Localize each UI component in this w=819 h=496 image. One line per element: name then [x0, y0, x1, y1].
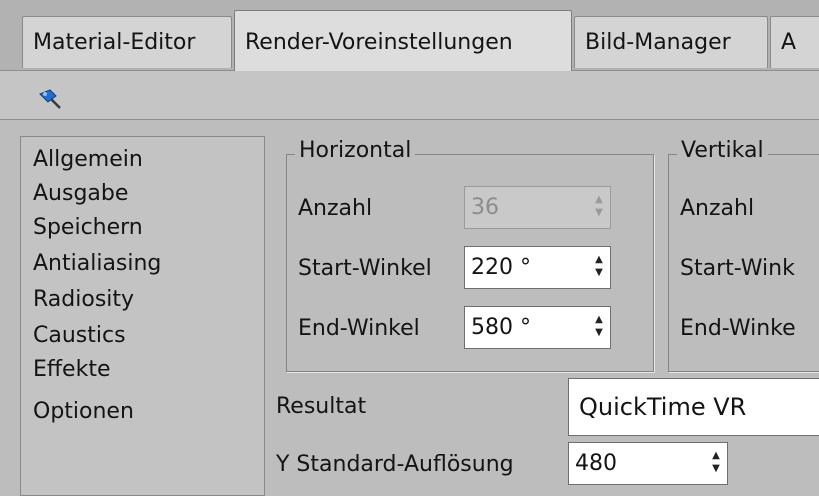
- sidebar-item-ausgabe[interactable]: Ausgabe: [33, 181, 128, 206]
- horizontal-end-label: End-Winkel: [298, 316, 420, 341]
- sidebar-item-speichern[interactable]: Speichern: [33, 215, 143, 240]
- tab-render-voreinstellungen[interactable]: Render-Voreinstellungen: [234, 10, 572, 71]
- sidebar-item-allgemein[interactable]: Allgemein: [33, 147, 143, 172]
- horizontal-start-label: Start-Winkel: [298, 256, 432, 281]
- vertikal-group-title: Vertikal: [677, 138, 768, 163]
- horizontal-count-value: 36: [471, 195, 499, 220]
- horizontal-count-label: Anzahl: [298, 196, 373, 221]
- vertikal-count-label: Anzahl: [680, 196, 755, 221]
- tab-more[interactable]: A: [770, 16, 819, 68]
- sidebar-item-optionen[interactable]: Optionen: [33, 399, 134, 424]
- stepper-arrows-icon[interactable]: ▲ ▼: [592, 313, 606, 343]
- horizontal-end-value: 580 °: [471, 315, 531, 340]
- toolbar: [0, 71, 819, 120]
- horizontal-end-stepper[interactable]: 580 ° ▲ ▼: [464, 306, 611, 349]
- stepper-arrows-icon[interactable]: ▲ ▼: [592, 253, 606, 283]
- y-resolution-value: 480: [575, 451, 617, 476]
- sidebar-item-antialiasing[interactable]: Antialiasing: [33, 251, 161, 276]
- tab-material-editor[interactable]: Material-Editor: [22, 16, 232, 68]
- horizontal-start-value: 220 °: [471, 255, 531, 280]
- result-select[interactable]: QuickTime VR: [568, 378, 819, 436]
- horizontal-count-stepper[interactable]: 36 ▲ ▼: [464, 186, 611, 229]
- vertikal-start-label: Start-Wink: [680, 256, 795, 281]
- tab-bar: Material-Editor Render-Voreinstellungen …: [0, 0, 819, 71]
- tab-bild-manager[interactable]: Bild-Manager: [574, 16, 768, 68]
- y-resolution-label: Y Standard-Auflösung: [276, 452, 514, 477]
- horizontal-start-stepper[interactable]: 220 ° ▲ ▼: [464, 246, 611, 289]
- result-select-value: QuickTime VR: [579, 393, 747, 421]
- stepper-arrows-icon[interactable]: ▲ ▼: [709, 449, 723, 479]
- stepper-arrows-icon[interactable]: ▲ ▼: [592, 193, 606, 223]
- sidebar-item-effekte[interactable]: Effekte: [33, 357, 111, 382]
- sidebar-item-radiosity[interactable]: Radiosity: [33, 287, 134, 312]
- settings-category-list: Allgemein Ausgabe Speichern Antialiasing…: [20, 136, 265, 496]
- result-label: Resultat: [276, 394, 367, 419]
- pin-icon[interactable]: [36, 86, 64, 114]
- vertikal-end-label: End-Winke: [680, 316, 796, 341]
- sidebar-item-caustics[interactable]: Caustics: [33, 323, 126, 348]
- horizontal-group-title: Horizontal: [295, 138, 416, 163]
- y-resolution-stepper[interactable]: 480 ▲ ▼: [568, 442, 728, 485]
